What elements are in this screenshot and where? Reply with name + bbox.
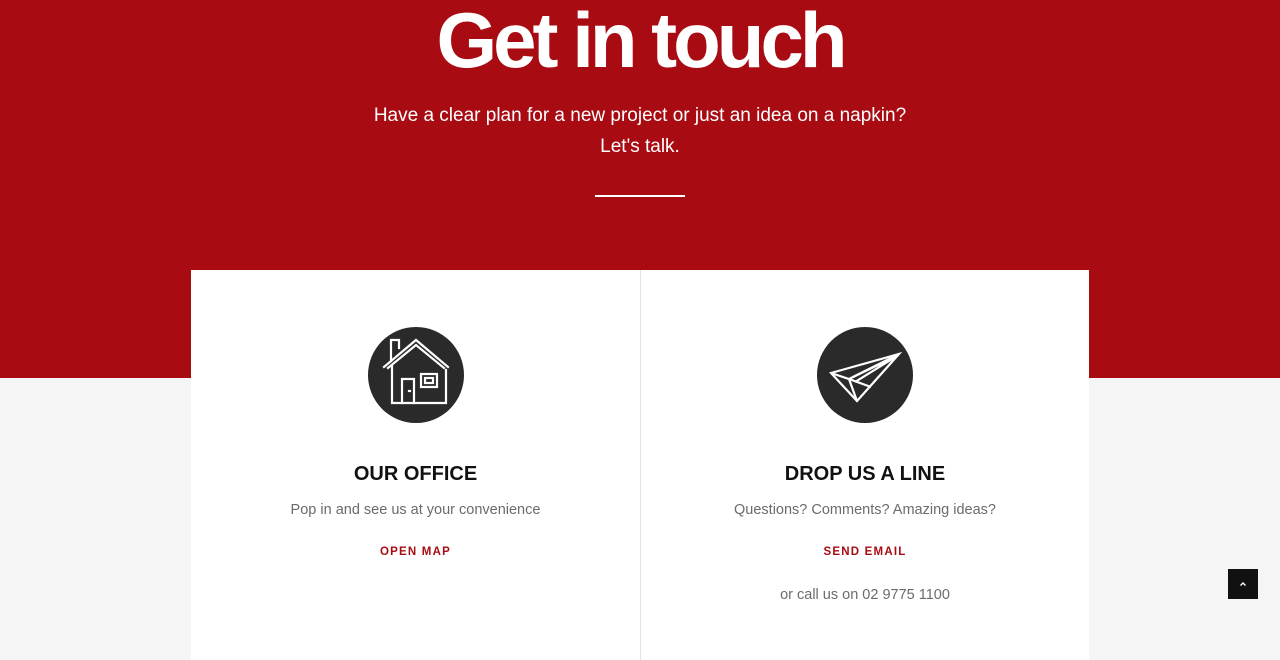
send-email-link[interactable]: SEND EMAIL xyxy=(641,544,1089,560)
page-title: Get in touch xyxy=(436,0,848,84)
scroll-to-top-button[interactable] xyxy=(1228,569,1258,599)
office-card: OUR OFFICE Pop in and see us at your con… xyxy=(191,270,640,660)
phone-text: or call us on 02 9775 1100 xyxy=(780,587,950,603)
house-icon xyxy=(367,327,464,423)
hero-subtitle-line-1: Have a clear plan for a new project or j… xyxy=(373,105,907,126)
hero-subtitle: Have a clear plan for a new project or j… xyxy=(0,100,1280,162)
paper-plane-icon xyxy=(817,327,913,423)
open-map-link[interactable]: OPEN MAP xyxy=(191,544,640,560)
contact-page: Get in touch Have a clear plan for a new… xyxy=(0,0,1280,660)
hero-subtitle-line-2: Let's talk. xyxy=(600,136,680,157)
office-card-text: Pop in and see us at your convenience xyxy=(290,502,541,518)
chevron-up-icon xyxy=(1240,582,1246,586)
email-card: DROP US A LINE Questions? Comments? Amaz… xyxy=(640,270,1089,660)
email-card-title: DROP US A LINE xyxy=(784,463,946,485)
office-card-title: OUR OFFICE xyxy=(353,463,478,485)
contact-cards: OUR OFFICE Pop in and see us at your con… xyxy=(191,270,1089,660)
email-card-text: Questions? Comments? Amazing ideas? xyxy=(734,502,996,518)
hero-divider xyxy=(595,195,685,197)
